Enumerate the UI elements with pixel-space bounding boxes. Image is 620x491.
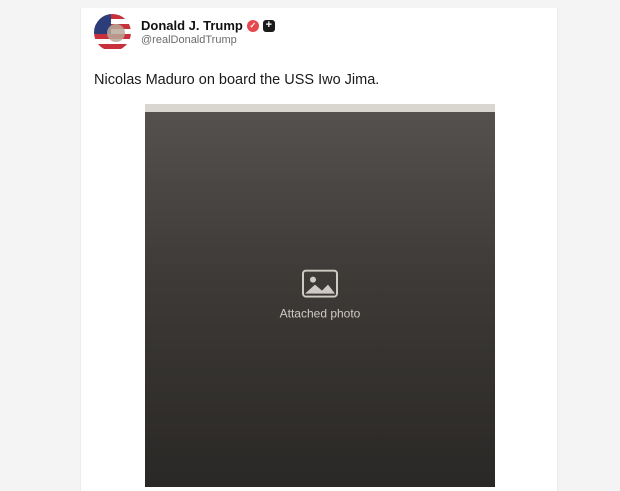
author-name-row: Donald J. Trump ✓ + [141,18,275,34]
author-display-name[interactable]: Donald J. Trump [141,18,243,34]
verified-badge-icon: ✓ [246,19,259,32]
author-avatar[interactable] [94,14,131,51]
post-text: Nicolas Maduro on board the USS Iwo Jima… [94,72,380,88]
media-placeholder: Attached photo [220,269,420,322]
follow-plus-icon[interactable]: + [262,19,275,32]
post-card: Donald J. Trump ✓ + @realDonaldTrump Nic… [80,8,558,491]
author-handle[interactable]: @realDonaldTrump [141,34,275,48]
media-top-band [145,104,495,112]
photo-icon [302,269,338,298]
media-placeholder-label: Attached photo [279,306,361,321]
author-names: Donald J. Trump ✓ + @realDonaldTrump [141,18,275,48]
post-media-photo[interactable]: Attached photo [145,104,495,487]
avatar-flag-graphic [94,14,131,51]
post-header: Donald J. Trump ✓ + @realDonaldTrump [94,14,275,51]
